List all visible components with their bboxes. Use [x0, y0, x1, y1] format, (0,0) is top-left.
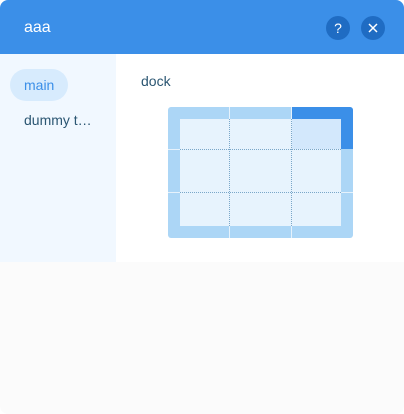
- close-button[interactable]: [361, 16, 385, 40]
- panel-header: aaa ?: [0, 0, 404, 54]
- dock-edge-divider: [341, 192, 353, 193]
- close-icon: [368, 23, 378, 33]
- tab-main[interactable]: main: [10, 69, 69, 101]
- dock-edge-divider: [291, 226, 292, 238]
- panel-content: main dummy t… dock: [0, 54, 404, 262]
- dock-edge-divider: [168, 149, 180, 150]
- dock-edge-divider: [229, 226, 230, 238]
- dock-selector[interactable]: [168, 107, 353, 238]
- dock-grid: [180, 119, 341, 226]
- dock-edge-divider: [229, 107, 230, 119]
- dock-cell-top-right[interactable]: [292, 119, 341, 149]
- panel-footer: [0, 262, 404, 414]
- help-button[interactable]: ?: [326, 16, 350, 40]
- grid-line: [291, 119, 292, 226]
- dock-edge-divider: [168, 192, 180, 193]
- dock-edge-divider: [291, 107, 292, 119]
- sidebar: main dummy t…: [0, 54, 116, 262]
- question-icon: ?: [334, 20, 342, 36]
- grid-line: [180, 149, 341, 150]
- panel-title: aaa: [24, 19, 51, 36]
- grid-line: [180, 192, 341, 193]
- grid-line: [229, 119, 230, 226]
- settings-panel: aaa ? main dummy t… dock: [0, 0, 404, 414]
- dock-label: dock: [141, 73, 171, 89]
- tab-dummy[interactable]: dummy t…: [10, 104, 108, 136]
